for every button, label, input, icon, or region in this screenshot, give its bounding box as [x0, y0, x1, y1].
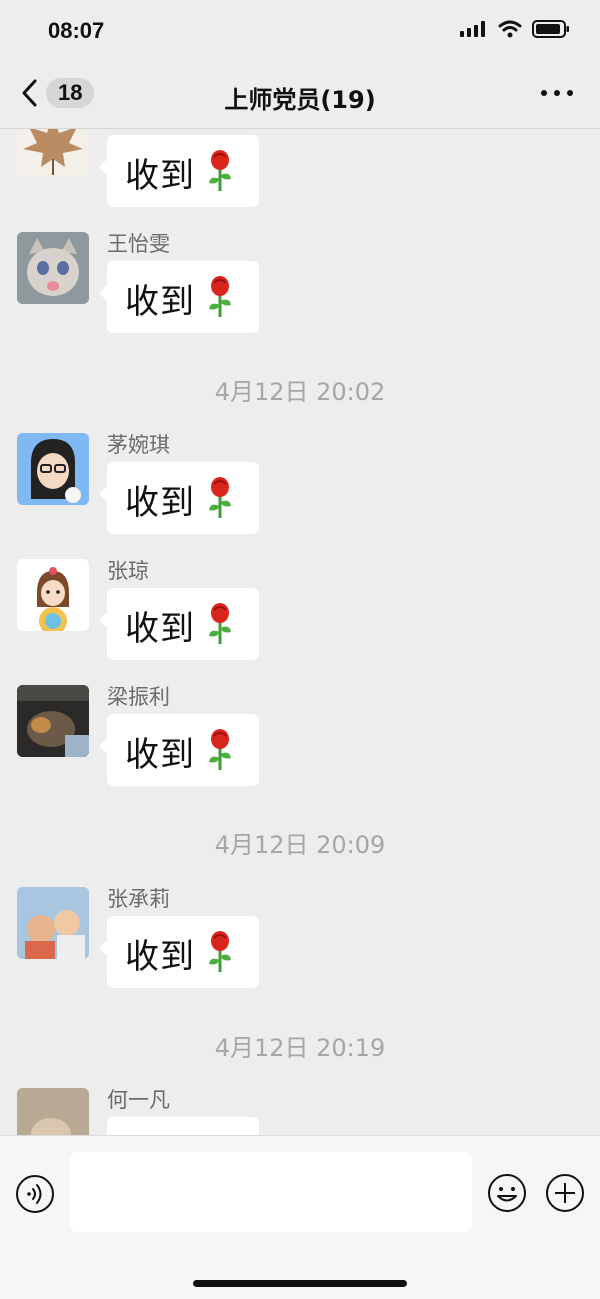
sender-name: 梁振利: [107, 685, 170, 709]
message-text: 收到: [125, 609, 195, 649]
more-actions-button[interactable]: [545, 1173, 585, 1217]
wifi-icon: [498, 20, 522, 38]
status-bar: 08:07: [0, 0, 600, 64]
message-bubble[interactable]: 收到: [99, 462, 259, 534]
message-text: 收到: [125, 937, 195, 977]
message-bubble[interactable]: [107, 1117, 259, 1135]
message-text: 收到: [125, 282, 195, 322]
more-button[interactable]: [540, 84, 574, 103]
avatar[interactable]: [17, 559, 89, 631]
avatar[interactable]: [17, 1088, 89, 1135]
home-indicator: [193, 1280, 407, 1287]
message-text: 收到: [125, 156, 195, 196]
sender-name: 张琼: [107, 559, 149, 583]
chat-title: 上师党员(19): [224, 86, 376, 114]
timestamp: 4月12日 20:09: [214, 831, 386, 859]
cartoon-girl-glasses-avatar-icon: [17, 433, 89, 505]
children-photo-avatar-icon: [17, 887, 89, 959]
rose-emoji-icon: [209, 729, 231, 770]
battery-icon: [532, 20, 569, 38]
sender-name: 何一凡: [107, 1088, 170, 1112]
chat-messages[interactable]: 收到 王怡雯 收到 4月12日 20:02 茅婉琪 收到 张琼 收到 梁振利 收…: [0, 129, 600, 1135]
emoji-icon: [488, 1174, 526, 1212]
sender-name: 茅婉琪: [107, 433, 170, 457]
status-time: 08:07: [48, 18, 105, 43]
message-input[interactable]: [70, 1152, 472, 1232]
avatar[interactable]: [17, 685, 89, 757]
plus-icon: [546, 1174, 584, 1212]
sender-name: 张承莉: [107, 887, 170, 911]
rose-emoji-icon: [209, 603, 231, 644]
voice-icon: [16, 1175, 54, 1213]
message-text: 收到: [125, 735, 195, 775]
message-bubble[interactable]: 收到: [99, 588, 259, 660]
rose-emoji-icon: [209, 150, 231, 191]
cat-avatar-icon: [17, 232, 89, 304]
blurred-photo-avatar-icon: [17, 1088, 89, 1135]
message-bubble[interactable]: 收到: [99, 916, 259, 988]
more-icon: [541, 90, 573, 96]
input-bar: [0, 1135, 600, 1299]
maple-leaf-avatar-icon: [23, 129, 83, 175]
cartoon-girl-lollipop-avatar-icon: [17, 559, 89, 631]
voice-button[interactable]: [15, 1174, 55, 1218]
avatar[interactable]: [17, 129, 89, 177]
signal-icon: [460, 21, 485, 37]
timestamp: 4月12日 20:02: [214, 378, 386, 406]
emoji-button[interactable]: [487, 1173, 527, 1217]
message-bubble[interactable]: 收到: [99, 135, 259, 207]
nav-bar: 18 上师党员(19): [0, 64, 600, 129]
avatar[interactable]: [17, 887, 89, 959]
cat-chanel-avatar-icon: [17, 685, 89, 757]
message-bubble[interactable]: 收到: [99, 261, 259, 333]
rose-emoji-icon: [209, 477, 231, 518]
rose-emoji-icon: [209, 931, 231, 972]
timestamp: 4月12日 20:19: [214, 1034, 386, 1062]
avatar[interactable]: [17, 232, 89, 304]
rose-emoji-icon: [209, 276, 231, 317]
message-text: 收到: [125, 483, 195, 523]
sender-name: 王怡雯: [107, 232, 170, 256]
message-bubble[interactable]: 收到: [99, 714, 259, 786]
avatar[interactable]: [17, 433, 89, 505]
